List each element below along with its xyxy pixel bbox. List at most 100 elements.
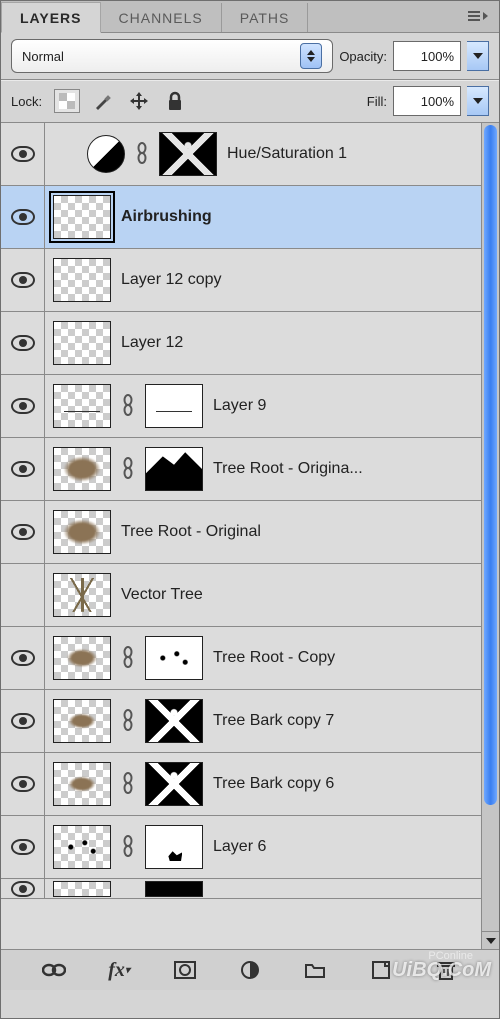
tab-paths[interactable]: PATHS [222, 3, 309, 32]
layer-thumb[interactable] [53, 195, 111, 239]
scroll-thumb[interactable] [484, 125, 497, 805]
fill-dropdown-button[interactable] [467, 86, 489, 116]
layer-style-button[interactable]: fx▾ [103, 956, 135, 984]
visibility-toggle[interactable] [1, 375, 45, 437]
layer-name[interactable]: Layer 12 copy [121, 271, 228, 289]
chevron-down-icon [486, 938, 496, 944]
scrollbar[interactable] [481, 123, 499, 949]
layer-thumb[interactable] [53, 447, 111, 491]
visibility-toggle[interactable] [1, 312, 45, 374]
scroll-down-button[interactable] [482, 931, 499, 949]
layer-mask-thumb[interactable] [145, 762, 203, 806]
layer-name[interactable]: Layer 12 [121, 334, 189, 352]
adjustment-icon [240, 960, 260, 980]
layer-row[interactable]: Airbrushing [1, 186, 481, 249]
layer-name[interactable]: Tree Bark copy 7 [213, 712, 340, 730]
visibility-toggle[interactable] [1, 249, 45, 311]
layer-row[interactable]: Tree Bark copy 7 [1, 690, 481, 753]
link-icon [135, 142, 149, 167]
eye-icon [11, 398, 35, 414]
new-layer-button[interactable] [365, 956, 397, 984]
layer-thumb[interactable] [53, 762, 111, 806]
layer-content: Layer 9 [45, 375, 481, 437]
layer-content: Tree Root - Original [45, 501, 481, 563]
visibility-toggle[interactable] [1, 879, 45, 898]
lock-transparency-button[interactable] [54, 89, 80, 113]
layer-row[interactable]: Layer 6 [1, 816, 481, 879]
layer-content: Tree Root - Origina... [45, 438, 481, 500]
opacity-dropdown-button[interactable] [467, 41, 489, 71]
layer-row[interactable]: Layer 12 copy [1, 249, 481, 312]
visibility-toggle[interactable] [1, 501, 45, 563]
layer-name[interactable]: Tree Root - Origina... [213, 460, 369, 478]
layer-name[interactable]: Layer 6 [213, 838, 272, 856]
tab-channels[interactable]: CHANNELS [101, 3, 222, 32]
layer-row[interactable]: Layer 9 [1, 375, 481, 438]
layers-panel: LAYERS CHANNELS PATHS Normal Opacity: 10… [0, 0, 500, 1019]
new-group-button[interactable] [299, 956, 331, 984]
layer-name[interactable]: Tree Root - Original [121, 523, 267, 541]
layer-row[interactable] [1, 879, 481, 899]
layer-name[interactable]: Hue/Saturation 1 [227, 145, 353, 163]
visibility-toggle[interactable] [1, 186, 45, 248]
layer-row[interactable]: Vector Tree [1, 564, 481, 627]
layer-thumb[interactable] [53, 258, 111, 302]
visibility-toggle[interactable] [1, 564, 45, 626]
layer-row[interactable]: Tree Root - Copy [1, 627, 481, 690]
panel-menu-button[interactable] [467, 9, 489, 23]
eye-icon [11, 335, 35, 351]
layer-mask-thumb[interactable] [145, 447, 203, 491]
fill-input[interactable]: 100% [393, 86, 461, 116]
layer-name[interactable]: Layer 9 [213, 397, 272, 415]
layer-row[interactable]: Hue/Saturation 1 [1, 123, 481, 186]
layer-mask-thumb[interactable] [145, 825, 203, 869]
tab-layers[interactable]: LAYERS [1, 2, 101, 33]
layer-name[interactable]: Tree Bark copy 6 [213, 775, 340, 793]
lock-pixels-button[interactable] [90, 89, 116, 113]
layer-content: Hue/Saturation 1 [45, 123, 481, 185]
layer-thumb[interactable] [53, 384, 111, 428]
layer-thumb[interactable] [53, 636, 111, 680]
layer-thumb[interactable] [53, 573, 111, 617]
layer-name[interactable]: Vector Tree [121, 586, 209, 604]
lock-all-button[interactable] [162, 89, 188, 113]
visibility-toggle[interactable] [1, 438, 45, 500]
fill-label: Fill: [367, 94, 387, 109]
layer-name[interactable]: Airbrushing [121, 208, 218, 226]
fill-value: 100% [421, 94, 454, 109]
layer-thumb[interactable] [53, 825, 111, 869]
layer-thumb[interactable] [53, 510, 111, 554]
visibility-toggle[interactable] [1, 123, 45, 185]
chevron-down-icon [473, 98, 483, 104]
layer-name[interactable]: Tree Root - Copy [213, 649, 341, 667]
visibility-toggle[interactable] [1, 690, 45, 752]
layer-row[interactable]: Layer 12 [1, 312, 481, 375]
layer-mask-thumb[interactable] [145, 384, 203, 428]
delete-layer-button[interactable] [430, 956, 462, 984]
link-layers-button[interactable] [38, 956, 70, 984]
layer-thumb[interactable] [53, 881, 111, 897]
brush-icon [93, 91, 113, 111]
folder-icon [304, 961, 326, 979]
blend-mode-value: Normal [22, 49, 64, 64]
blend-mode-select[interactable]: Normal [11, 39, 333, 73]
visibility-toggle[interactable] [1, 816, 45, 878]
visibility-toggle[interactable] [1, 627, 45, 689]
layer-content: Vector Tree [45, 564, 481, 626]
layer-row[interactable]: Tree Root - Origina... [1, 438, 481, 501]
add-mask-button[interactable] [169, 956, 201, 984]
layer-mask-thumb[interactable] [159, 132, 217, 176]
lock-position-button[interactable] [126, 89, 152, 113]
eye-icon [11, 839, 35, 855]
visibility-toggle[interactable] [1, 753, 45, 815]
layer-mask-thumb[interactable] [145, 881, 203, 897]
eye-icon [11, 650, 35, 666]
layer-row[interactable]: Tree Root - Original [1, 501, 481, 564]
new-adjustment-button[interactable] [234, 956, 266, 984]
layer-row[interactable]: Tree Bark copy 6 [1, 753, 481, 816]
layer-thumb[interactable] [53, 321, 111, 365]
layer-thumb[interactable] [53, 699, 111, 743]
opacity-input[interactable]: 100% [393, 41, 461, 71]
layer-mask-thumb[interactable] [145, 699, 203, 743]
layer-mask-thumb[interactable] [145, 636, 203, 680]
